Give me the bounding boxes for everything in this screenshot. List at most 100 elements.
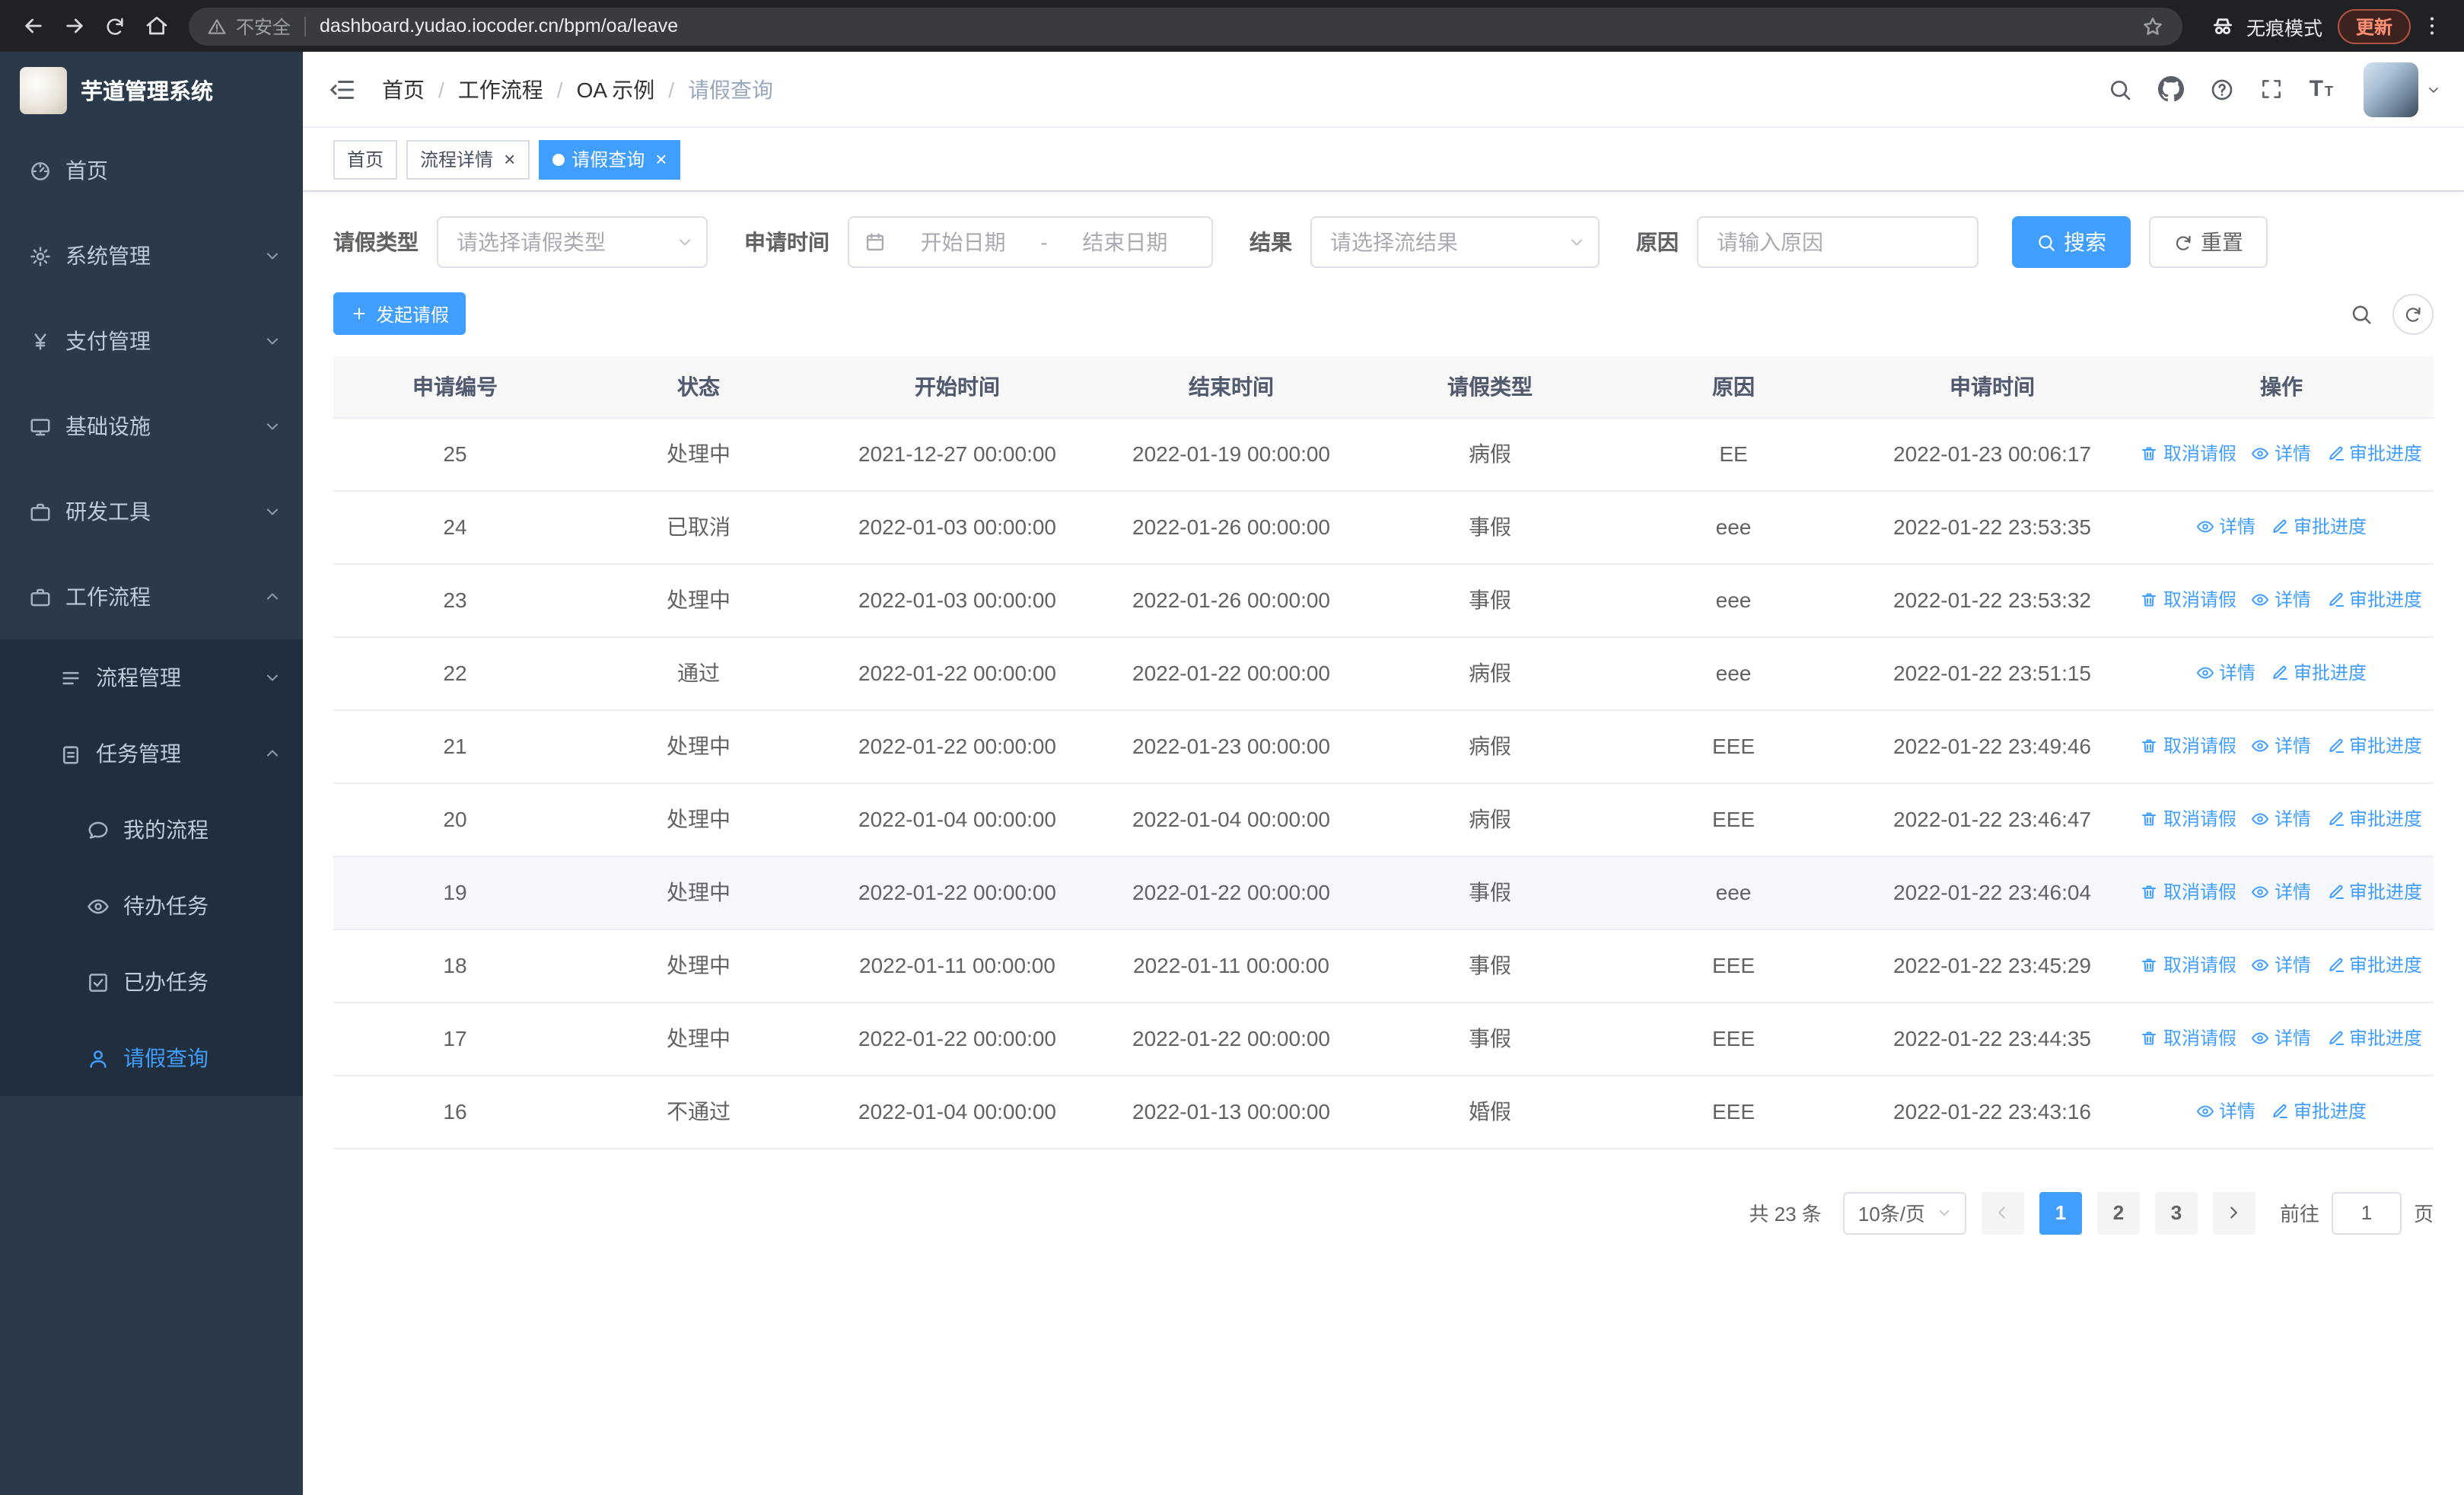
sidebar-item-leave-query[interactable]: 请假查询 [0, 1020, 303, 1096]
start-date-input[interactable] [892, 230, 1035, 254]
tab-home[interactable]: 首页 [333, 139, 398, 179]
back-arrow-icon [21, 14, 45, 38]
fullscreen-icon[interactable] [2261, 78, 2284, 100]
monitor-icon [29, 415, 52, 438]
breadcrumb-item[interactable]: 首页 [382, 74, 425, 104]
reason-field[interactable] [1697, 216, 1979, 268]
browser-forward-button[interactable] [53, 5, 94, 46]
edit-icon [2271, 1102, 2289, 1120]
browser-reload-button[interactable] [94, 5, 135, 46]
page-button-2[interactable]: 2 [2096, 1191, 2140, 1234]
detail-link[interactable]: 详情 [2252, 806, 2311, 832]
font-size-icon[interactable]: TT [2310, 76, 2335, 102]
table-row: 19 处理中 2022-01-22 00:00:00 2022-01-22 00:00… [333, 856, 2434, 929]
prev-page-button[interactable] [1981, 1191, 2024, 1234]
screen: 不安全 dashboard.yudao.iocoder.cn/bpm/oa/le… [0, 0, 2464, 1495]
sidebar-item-payment[interactable]: 支付管理 [0, 298, 303, 384]
sidebar-item-home[interactable]: 首页 [0, 128, 303, 213]
reason-input[interactable] [1717, 230, 1959, 254]
reset-button[interactable]: 重置 [2149, 216, 2268, 268]
tab-leave-query[interactable]: 请假查询 × [538, 139, 681, 179]
approval-progress-link[interactable]: 审批进度 [2326, 587, 2422, 613]
cell-actions: 详情 审批进度 [2129, 490, 2434, 564]
cancel-leave-link[interactable]: 取消请假 [2141, 806, 2236, 832]
action-label: 审批进度 [2349, 443, 2423, 465]
cancel-leave-link[interactable]: 取消请假 [2141, 1025, 2236, 1051]
detail-link[interactable]: 详情 [2196, 660, 2255, 686]
cancel-leave-link[interactable]: 取消请假 [2141, 733, 2236, 759]
bookmark-star-icon[interactable] [2141, 14, 2164, 37]
security-label: 不安全 [236, 16, 291, 37]
approval-progress-link[interactable]: 审批进度 [2326, 441, 2422, 467]
sidebar-toggle-button[interactable] [329, 75, 356, 103]
detail-link[interactable]: 详情 [2252, 587, 2311, 613]
sidebar-item-devtools[interactable]: 研发工具 [0, 469, 303, 554]
cell-status: 处理中 [577, 563, 820, 637]
browser-menu-button[interactable] [2411, 5, 2452, 46]
page-button-3[interactable]: 3 [2154, 1191, 2198, 1234]
refresh-table-button[interactable] [2392, 293, 2434, 334]
sidebar-item-system[interactable]: 系统管理 [0, 213, 303, 298]
approval-progress-link[interactable]: 审批进度 [2326, 806, 2422, 832]
cell-type: 病假 [1368, 636, 1612, 710]
leave-type-input[interactable] [457, 230, 670, 254]
detail-link[interactable]: 详情 [2252, 1025, 2311, 1051]
result-select[interactable] [1310, 216, 1600, 268]
page-button-1[interactable]: 1 [2039, 1191, 2082, 1234]
detail-link[interactable]: 详情 [2196, 1098, 2255, 1124]
page-size-select[interactable]: 10条/页 [1842, 1191, 1966, 1234]
approval-progress-link[interactable]: 审批进度 [2326, 733, 2422, 759]
approval-progress-link[interactable]: 审批进度 [2326, 952, 2422, 978]
eye-icon [2196, 518, 2214, 536]
sidebar-item-label: 流程管理 [96, 665, 181, 690]
cancel-leave-link[interactable]: 取消请假 [2141, 879, 2236, 905]
calendar-icon [864, 231, 886, 253]
toggle-search-button[interactable] [2350, 302, 2373, 325]
cell-start: 2021-12-27 00:00:00 [820, 417, 1094, 491]
cancel-leave-link[interactable]: 取消请假 [2141, 587, 2236, 613]
detail-link[interactable]: 详情 [2252, 952, 2311, 978]
sidebar-item-my-process[interactable]: 我的流程 [0, 792, 303, 868]
close-icon[interactable]: × [655, 149, 667, 169]
detail-link[interactable]: 详情 [2252, 733, 2311, 759]
browser-home-button[interactable] [135, 5, 177, 46]
sidebar-item-done-tasks[interactable]: 已办任务 [0, 944, 303, 1020]
result-input[interactable] [1330, 230, 1561, 254]
github-icon[interactable] [2158, 76, 2185, 102]
apply-time-range[interactable]: - [848, 216, 1213, 268]
goto-page-input[interactable] [2331, 1191, 2402, 1234]
sidebar-item-process-mgmt[interactable]: 流程管理 [0, 639, 303, 716]
sidebar-item-todo-tasks[interactable]: 待办任务 [0, 868, 303, 944]
sidebar-item-workflow[interactable]: 工作流程 [0, 554, 303, 639]
table-row: 20 处理中 2022-01-04 00:00:00 2022-01-04 00:00… [333, 783, 2434, 856]
detail-link[interactable]: 详情 [2196, 514, 2255, 540]
breadcrumb-item[interactable]: OA 示例 [577, 74, 655, 104]
user-avatar[interactable] [2364, 62, 2441, 116]
search-button[interactable]: 搜索 [2012, 216, 2131, 268]
end-date-input[interactable] [1053, 230, 1197, 254]
approval-progress-link[interactable]: 审批进度 [2271, 1098, 2367, 1124]
approval-progress-link[interactable]: 审批进度 [2271, 514, 2367, 540]
sidebar-item-task-mgmt[interactable]: 任务管理 [0, 716, 303, 792]
detail-link[interactable]: 详情 [2252, 879, 2311, 905]
search-icon[interactable] [2109, 77, 2133, 101]
next-page-button[interactable] [2212, 1191, 2255, 1234]
dashboard-icon [29, 159, 52, 182]
cancel-leave-link[interactable]: 取消请假 [2141, 952, 2236, 978]
cancel-leave-link[interactable]: 取消请假 [2141, 441, 2236, 467]
breadcrumb-item[interactable]: 工作流程 [458, 74, 543, 104]
leave-type-select[interactable] [437, 216, 708, 268]
approval-progress-link[interactable]: 审批进度 [2271, 660, 2367, 686]
create-leave-button[interactable]: 发起请假 [333, 292, 466, 335]
browser-back-button[interactable] [12, 5, 53, 46]
app-logo[interactable]: 芋道管理系统 [0, 52, 303, 128]
close-icon[interactable]: × [504, 149, 515, 169]
address-bar[interactable]: 不安全 dashboard.yudao.iocoder.cn/bpm/oa/le… [189, 7, 2182, 45]
detail-link[interactable]: 详情 [2252, 441, 2311, 467]
approval-progress-link[interactable]: 审批进度 [2326, 1025, 2422, 1051]
approval-progress-link[interactable]: 审批进度 [2326, 879, 2422, 905]
update-button[interactable]: 更新 [2337, 8, 2411, 43]
sidebar-item-infrastructure[interactable]: 基础设施 [0, 384, 303, 469]
help-icon[interactable] [2211, 77, 2235, 101]
tab-process-detail[interactable]: 流程详情 × [406, 139, 530, 179]
